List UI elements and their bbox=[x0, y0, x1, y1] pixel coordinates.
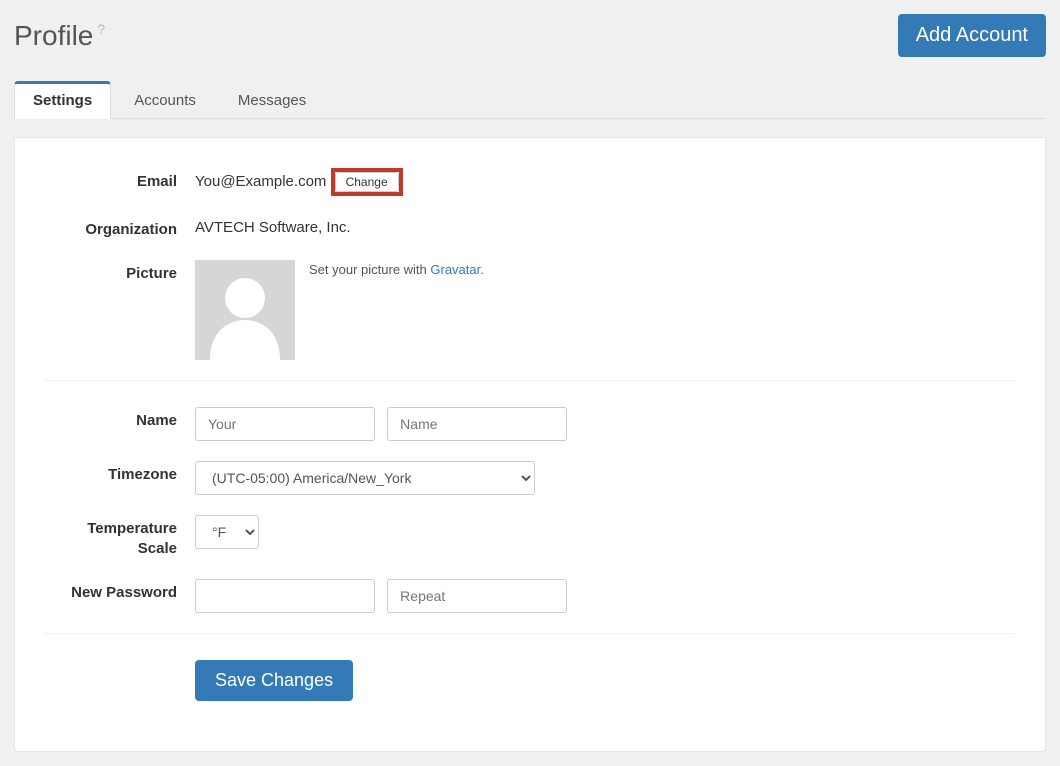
tab-settings[interactable]: Settings bbox=[14, 81, 111, 119]
last-name-input[interactable] bbox=[387, 407, 567, 441]
avatar bbox=[195, 260, 295, 360]
page-title: Profile ? bbox=[14, 20, 105, 52]
save-changes-button[interactable]: Save Changes bbox=[195, 660, 353, 701]
page-title-text: Profile bbox=[14, 20, 93, 52]
avatar-placeholder-icon bbox=[195, 260, 295, 360]
help-icon[interactable]: ? bbox=[97, 22, 105, 36]
repeat-password-input[interactable] bbox=[387, 579, 567, 613]
temperature-scale-select[interactable]: °F bbox=[195, 515, 259, 549]
tab-accounts[interactable]: Accounts bbox=[115, 81, 215, 119]
tab-messages[interactable]: Messages bbox=[219, 81, 325, 119]
tabs: Settings Accounts Messages bbox=[14, 81, 1046, 119]
temperature-scale-label: Temperature Scale bbox=[45, 515, 195, 559]
settings-panel: Email You@Example.com Change Organizatio… bbox=[14, 137, 1046, 752]
gravatar-link[interactable]: Gravatar bbox=[430, 262, 480, 277]
change-email-button[interactable]: Change bbox=[335, 172, 399, 192]
email-value: You@Example.com bbox=[195, 173, 326, 190]
new-password-input[interactable] bbox=[195, 579, 375, 613]
picture-label: Picture bbox=[45, 260, 195, 284]
name-label: Name bbox=[45, 407, 195, 431]
email-label: Email bbox=[45, 168, 195, 192]
new-password-label: New Password bbox=[45, 579, 195, 603]
timezone-select[interactable]: (UTC-05:00) America/New_York bbox=[195, 461, 535, 495]
organization-label: Organization bbox=[45, 216, 195, 240]
avatar-help-text: Set your picture with Gravatar. bbox=[309, 260, 484, 280]
divider bbox=[45, 380, 1015, 381]
divider-2 bbox=[45, 633, 1015, 634]
change-highlight: Change bbox=[331, 168, 403, 196]
organization-value: AVTECH Software, Inc. bbox=[195, 216, 1015, 240]
add-account-button[interactable]: Add Account bbox=[898, 14, 1046, 57]
avatar-text-prefix: Set your picture with bbox=[309, 262, 430, 277]
first-name-input[interactable] bbox=[195, 407, 375, 441]
timezone-label: Timezone bbox=[45, 461, 195, 485]
